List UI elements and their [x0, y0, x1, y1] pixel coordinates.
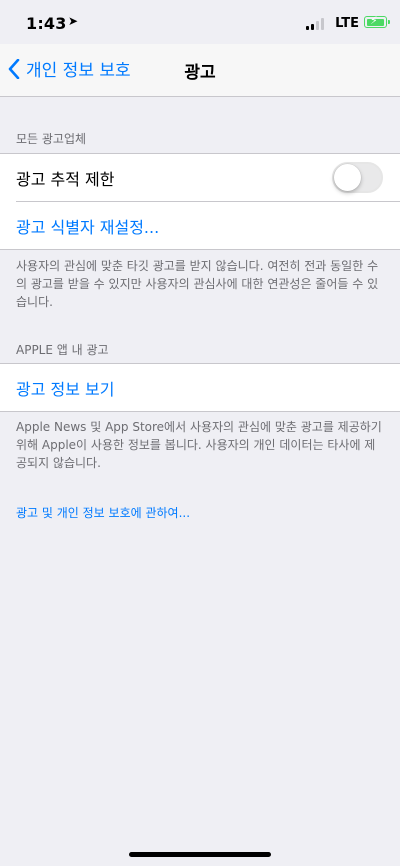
battery-charging-icon: ⚡ — [364, 14, 390, 28]
section-header-all-advertisers: 모든 광고업체 — [16, 132, 87, 146]
home-indicator[interactable] — [129, 852, 271, 857]
navigation-bar: 개인 정보 보호 광고 — [0, 44, 400, 97]
cellular-signal-icon — [306, 18, 326, 30]
carrier-label: LTE — [335, 16, 359, 31]
page-title: 광고 — [184, 63, 216, 83]
limit-ad-tracking-row: 광고 추적 제한 — [0, 154, 400, 201]
limit-ad-tracking-label: 광고 추적 제한 — [16, 169, 115, 189]
section-header-apple-ads: APPLE 앱 내 광고 — [16, 343, 109, 357]
reset-advertising-identifier-button[interactable]: 광고 식별자 재설정... — [16, 201, 400, 249]
toggle-knob — [334, 164, 361, 191]
all-advertisers-group: 광고 추적 제한 광고 식별자 재설정... — [0, 153, 400, 250]
about-ads-privacy-link[interactable]: 광고 및 개인 정보 보호에 관하여... — [16, 504, 190, 521]
location-arrow-icon: ➤ — [68, 14, 79, 28]
limit-ad-tracking-toggle[interactable] — [332, 162, 383, 193]
apple-ads-group: 광고 정보 보기 — [0, 363, 400, 412]
section-footer-apple-ads: Apple News 및 App Store에서 사용자의 관심에 맞춘 광고를… — [16, 420, 382, 470]
view-ad-information-button[interactable]: 광고 정보 보기 — [0, 364, 400, 411]
section-footer-all-advertisers: 사용자의 관심에 맞춘 타깃 광고를 받지 않습니다. 여전히 전과 동일한 수… — [16, 259, 379, 309]
status-time: 1:43 — [26, 14, 67, 33]
status-bar: 1:43 ➤ LTE ⚡ — [0, 0, 400, 44]
